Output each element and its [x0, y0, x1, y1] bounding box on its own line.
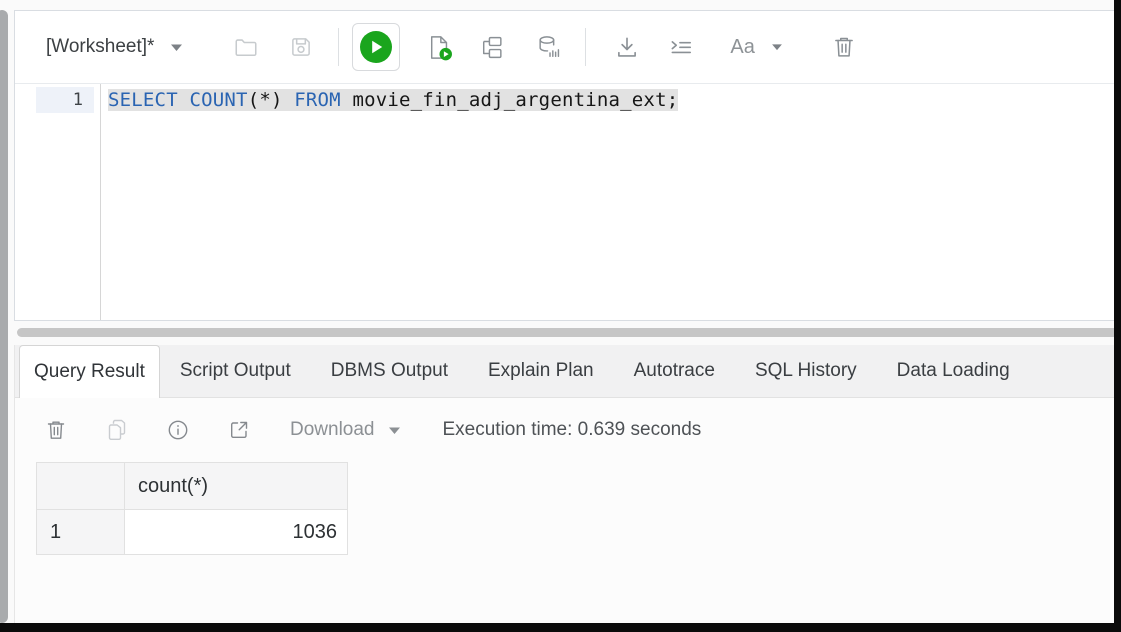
clear-worksheet-icon[interactable]	[831, 34, 857, 60]
run-script-icon[interactable]	[426, 34, 453, 61]
tab-autotrace[interactable]: Autotrace	[614, 345, 735, 397]
tab-label: SQL History	[755, 360, 857, 382]
column-header-count[interactable]: count(*)	[125, 463, 348, 510]
worksheet-selector[interactable]: [Worksheet]*	[46, 36, 183, 58]
font-size-label: Aa	[730, 36, 754, 59]
tab-sql-history[interactable]: SQL History	[735, 345, 877, 397]
chevron-down-icon	[170, 43, 183, 52]
delete-rows-icon[interactable]	[44, 418, 68, 442]
sql-token	[178, 89, 190, 111]
tab-data-loading[interactable]: Data Loading	[877, 345, 1030, 397]
font-size-button[interactable]: Aa	[730, 36, 782, 59]
results-panel: Query Result Script Output DBMS Output E…	[14, 345, 1121, 624]
run-statement-button[interactable]	[352, 23, 400, 71]
sql-token: (*)	[248, 89, 295, 111]
chevron-down-icon	[388, 426, 401, 435]
open-in-new-icon[interactable]	[227, 418, 251, 442]
autotrace-icon[interactable]	[536, 34, 563, 61]
tab-explain-plan[interactable]: Explain Plan	[468, 345, 614, 397]
tab-query-result[interactable]: Query Result	[19, 345, 160, 398]
toolbar-divider	[585, 28, 586, 66]
download-results-dropdown[interactable]: Download	[290, 419, 401, 441]
screenshot-bottom-edge	[0, 623, 1121, 632]
screenshot-right-edge	[1114, 0, 1121, 632]
query-result-grid-area: count(*) 1 1036	[15, 462, 1121, 555]
sql-worksheet-screen: [Worksheet]*	[0, 0, 1121, 632]
row-number-cell[interactable]: 1	[37, 510, 125, 555]
worksheet-toolbar: [Worksheet]*	[15, 11, 1121, 84]
tab-label: Query Result	[34, 361, 145, 383]
tab-label: Script Output	[180, 360, 291, 382]
line-number: 1	[36, 87, 94, 113]
sql-token: COUNT	[189, 89, 247, 111]
table-row: 1 1036	[37, 510, 348, 555]
tab-label: Explain Plan	[488, 360, 594, 382]
editor-code-area[interactable]: SELECT COUNT(*) FROM movie_fin_adj_argen…	[101, 84, 678, 320]
tab-script-output[interactable]: Script Output	[160, 345, 311, 397]
sql-statement: SELECT COUNT(*) FROM movie_fin_adj_argen…	[108, 89, 678, 111]
count-value-cell[interactable]: 1036	[125, 510, 348, 555]
tab-label: Autotrace	[634, 360, 715, 382]
row-number-header[interactable]	[37, 463, 125, 510]
sql-token: SELECT	[108, 89, 178, 111]
sql-token: FROM	[294, 89, 341, 111]
copy-icon[interactable]	[105, 418, 129, 442]
tab-dbms-output[interactable]: DBMS Output	[311, 345, 468, 397]
download-label: Download	[290, 419, 375, 441]
page-scrollbar[interactable]	[0, 10, 8, 623]
save-icon[interactable]	[288, 34, 314, 60]
explain-plan-icon[interactable]	[478, 34, 505, 61]
play-icon	[359, 30, 393, 64]
worksheet-editor-panel: [Worksheet]*	[14, 10, 1121, 321]
sql-token: movie_fin_adj_argentina_ext;	[341, 89, 679, 111]
result-table: count(*) 1 1036	[36, 462, 348, 555]
editor-gutter: 1	[15, 84, 101, 320]
results-tabstrip: Query Result Script Output DBMS Output E…	[15, 345, 1121, 398]
sql-editor[interactable]: 1 SELECT COUNT(*) FROM movie_fin_adj_arg…	[15, 84, 1121, 320]
toolbar-divider	[338, 28, 339, 66]
chevron-down-icon	[771, 43, 783, 51]
worksheet-title: [Worksheet]*	[46, 36, 154, 58]
open-folder-icon[interactable]	[233, 34, 259, 60]
info-icon[interactable]	[166, 418, 190, 442]
tab-label: DBMS Output	[331, 360, 448, 382]
tab-label: Data Loading	[897, 360, 1010, 382]
execution-time-status: Execution time: 0.639 seconds	[443, 419, 702, 441]
format-icon[interactable]	[668, 34, 694, 60]
result-table-header-row: count(*)	[37, 463, 348, 510]
results-toolbar: Download Execution time: 0.639 seconds	[15, 398, 1121, 462]
panel-splitter[interactable]	[17, 328, 1121, 337]
download-icon[interactable]	[614, 34, 640, 60]
